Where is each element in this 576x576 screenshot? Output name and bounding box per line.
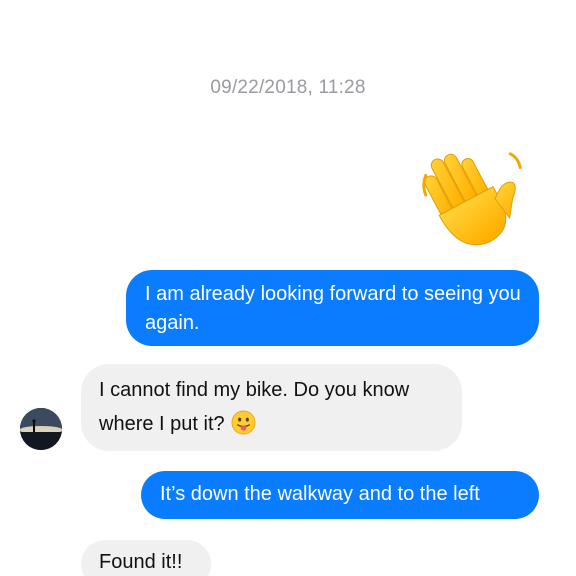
waving-hand-icon[interactable] <box>412 140 530 258</box>
message-bubble-incoming[interactable]: I cannot find my bike. Do you know where… <box>81 364 462 451</box>
message-text: I am already looking forward to seeing y… <box>145 283 521 334</box>
face-with-tongue-icon <box>231 410 256 435</box>
chat-screen: 09/22/2018, 11:28 I am already looking f… <box>0 0 576 576</box>
message-bubble-outgoing[interactable]: I am already looking forward to seeing y… <box>126 270 539 346</box>
message-bubble-outgoing[interactable]: It’s down the walkway and to the left <box>141 471 539 519</box>
avatar-photo <box>20 408 62 450</box>
message-bubble-incoming[interactable]: Found it!! <box>81 540 211 576</box>
message-text: It’s down the walkway and to the left <box>160 483 480 505</box>
message-text: Found it!! <box>99 551 183 573</box>
message-timestamp: 09/22/2018, 11:28 <box>210 77 366 98</box>
contact-avatar[interactable] <box>20 408 62 450</box>
